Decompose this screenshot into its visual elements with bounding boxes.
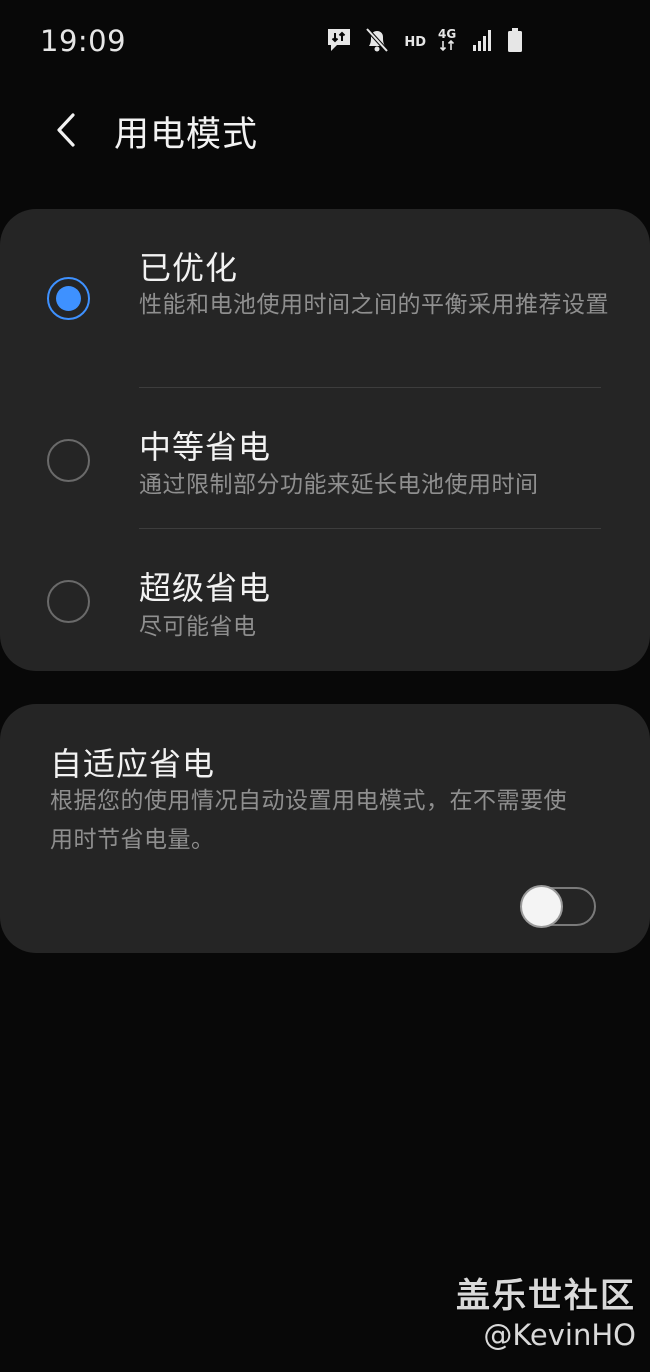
mode-option-medium-saving[interactable]: 中等省电 通过限制部分功能来延长电池使用时间 (0, 388, 650, 528)
radio-button-medium-saving[interactable] (47, 439, 90, 482)
chevron-left-icon (57, 113, 75, 147)
adaptive-power-saving-toggle[interactable] (520, 885, 596, 928)
4g-data-icon: 4G (438, 26, 460, 58)
adaptive-power-saving-card[interactable]: 自适应省电 根据您的使用情况自动设置用电模式，在不需要使用时节省电量。 (0, 704, 650, 953)
radio-button-max-saving[interactable] (47, 580, 90, 623)
adaptive-power-saving-description: 根据您的使用情况自动设置用电模式，在不需要使用时节省电量。 (50, 788, 567, 853)
mode-description: 性能和电池使用时间之间的平衡采用推荐设置 (139, 292, 609, 318)
mode-title: 超级省电 (139, 569, 272, 607)
battery-icon (506, 26, 524, 58)
app-bar: 用电模式 (0, 96, 650, 166)
adaptive-power-saving-title: 自适应省电 (50, 745, 216, 783)
power-mode-screen: 19:09 HD 4G 用电模式 已优化 性能和电池使用时间之间的平衡采用推荐设… (0, 0, 650, 1372)
status-time: 19:09 (40, 24, 127, 58)
toggle-thumb (520, 885, 563, 928)
status-icons: HD 4G (326, 26, 524, 58)
hd-voice-icon: HD (404, 34, 426, 50)
radio-button-optimized[interactable] (47, 277, 90, 320)
mute-icon (364, 26, 390, 58)
status-bar: 19:09 HD 4G (0, 0, 650, 86)
network-type-label: 4G (438, 27, 456, 41)
power-mode-options-card: 已优化 性能和电池使用时间之间的平衡采用推荐设置 中等省电 通过限制部分功能来延… (0, 209, 650, 671)
watermark-brand: 盖乐世社区 (456, 1276, 636, 1316)
mode-option-optimized[interactable]: 已优化 性能和电池使用时间之间的平衡采用推荐设置 (0, 209, 650, 387)
mode-description: 尽可能省电 (139, 614, 257, 640)
page-title: 用电模式 (114, 115, 259, 155)
mode-title: 已优化 (139, 249, 239, 287)
mode-title: 中等省电 (139, 428, 272, 466)
signal-icon (472, 27, 494, 57)
message-data-icon (326, 26, 352, 58)
back-button[interactable] (44, 108, 88, 152)
watermark-user: @KevinHO (483, 1318, 636, 1352)
mode-description: 通过限制部分功能来延长电池使用时间 (139, 472, 539, 498)
mode-option-max-saving[interactable]: 超级省电 尽可能省电 (0, 529, 650, 671)
